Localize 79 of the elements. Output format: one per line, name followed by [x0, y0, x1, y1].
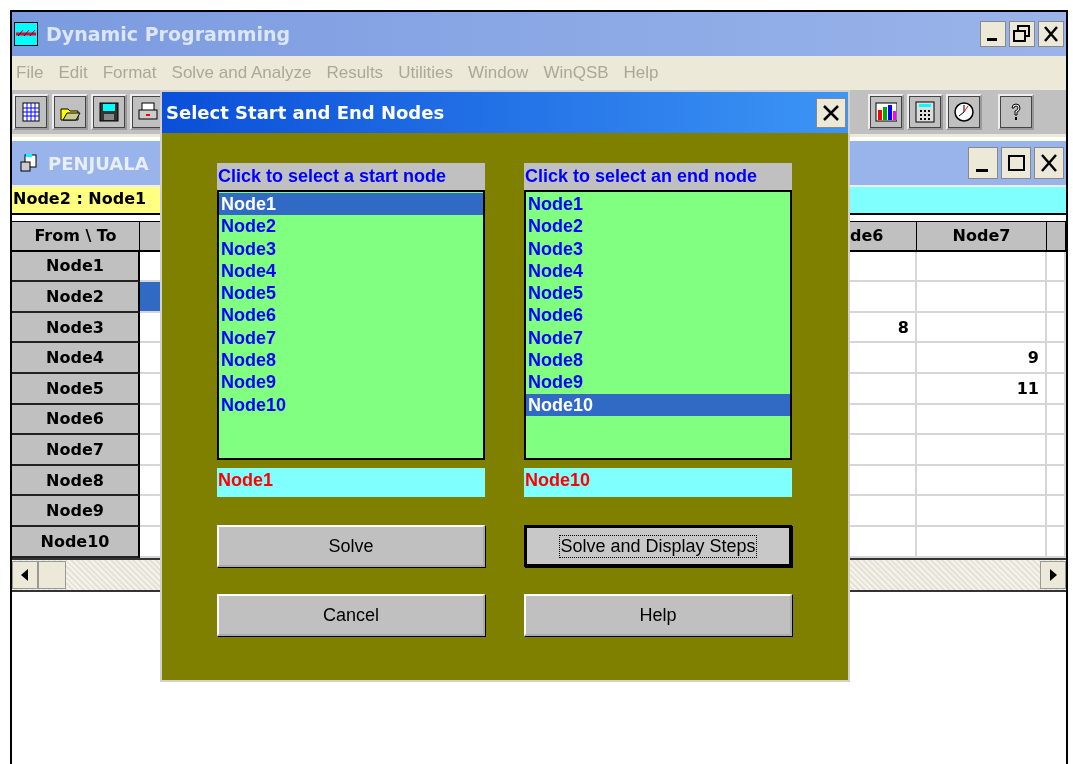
row-header: Node8	[12, 465, 140, 497]
list-item[interactable]: Node1	[219, 193, 483, 216]
list-item[interactable]: Node9	[526, 371, 790, 394]
minimize-button[interactable]	[980, 21, 1006, 47]
row-header: Node7	[12, 435, 140, 466]
list-item[interactable]: Node5	[526, 282, 790, 305]
dialog-button[interactable]: Help	[524, 594, 792, 636]
list-heading: Click to select a start node	[217, 163, 485, 190]
list-item[interactable]: Node7	[526, 326, 790, 350]
scroll-right-button[interactable]	[1040, 560, 1066, 589]
floppy-disk-tool-button[interactable]	[91, 94, 127, 130]
row-header: Node10	[12, 526, 140, 558]
clock-tool-button[interactable]	[946, 94, 982, 130]
row-header: Node3	[12, 312, 140, 344]
app-icon	[14, 22, 38, 46]
dialog-title: Select Start and End Nodes	[166, 102, 446, 123]
table-cell	[848, 404, 917, 436]
calculator-icon	[914, 101, 936, 123]
cell-reference: Node2 : Node1	[12, 187, 163, 213]
bar-chart-tool-button[interactable]	[868, 94, 904, 130]
scrollbar-thumb[interactable]	[38, 560, 66, 589]
minimize-button[interactable]	[968, 147, 998, 179]
child-window-title: PENJUALA	[48, 152, 150, 174]
column-header: From \ To	[12, 221, 140, 252]
list-item[interactable]: Node6	[219, 304, 483, 327]
table-cell: 9	[917, 343, 1047, 374]
clock-icon	[953, 101, 975, 123]
close-button[interactable]	[816, 97, 846, 128]
row-header: Node9	[12, 496, 140, 527]
table-cell	[848, 465, 917, 497]
list-item[interactable]: Node4	[219, 259, 483, 283]
table-cell	[848, 251, 917, 283]
table-cell	[848, 496, 917, 527]
table-cell: 11	[917, 373, 1047, 405]
table-cell	[848, 435, 917, 466]
column-header: Node7	[917, 221, 1047, 252]
list-item[interactable]: Node7	[219, 326, 483, 350]
maximize-button[interactable]	[1001, 147, 1031, 179]
dialog-button[interactable]: Cancel	[217, 594, 485, 636]
bar-chart-icon	[875, 101, 897, 123]
list-item[interactable]: Node10	[219, 393, 483, 416]
row-header: Node4	[12, 343, 140, 374]
list-heading: Click to select an end node	[524, 163, 792, 190]
grid-icon	[20, 101, 42, 123]
printer-icon	[137, 101, 159, 123]
list-item[interactable]: Node4	[526, 259, 790, 283]
grid-tool-button[interactable]	[13, 94, 49, 130]
list-item[interactable]: Node9	[219, 371, 483, 394]
list-item[interactable]: Node2	[219, 215, 483, 238]
table-cell	[848, 282, 917, 313]
row-header: Node5	[12, 373, 140, 405]
calculator-tool-button[interactable]	[907, 94, 943, 130]
document-icon	[20, 154, 40, 172]
table-cell	[848, 526, 917, 558]
list-item[interactable]: Node10	[526, 393, 790, 416]
list-item[interactable]: Node8	[219, 349, 483, 372]
row-header: Node1	[12, 251, 140, 283]
list-item[interactable]: Node3	[219, 237, 483, 260]
list-item[interactable]: Node6	[526, 304, 790, 327]
scroll-left-button[interactable]	[12, 560, 38, 589]
help-tool-button[interactable]	[998, 94, 1034, 130]
window-title: Dynamic Programming	[46, 23, 292, 45]
table-cell	[848, 373, 917, 405]
row-header: Node2	[12, 282, 140, 313]
close-button[interactable]	[1034, 147, 1064, 179]
dialog-button[interactable]: Solve	[217, 525, 485, 567]
folder-tool-button[interactable]	[52, 94, 88, 130]
row-header: Node6	[12, 404, 140, 436]
table-cell	[848, 343, 917, 374]
close-button[interactable]	[1038, 21, 1064, 47]
list-item[interactable]: Node2	[526, 215, 790, 238]
list-item[interactable]: Node5	[219, 282, 483, 305]
list-item[interactable]: Node8	[526, 349, 790, 372]
restore-button[interactable]	[1009, 21, 1035, 47]
table-cell: 8	[848, 312, 917, 344]
list-item[interactable]: Node1	[526, 193, 790, 216]
list-item[interactable]: Node3	[526, 237, 790, 260]
dialog-button[interactable]: Solve and Display Steps	[524, 525, 792, 567]
column-header: de6	[848, 221, 917, 252]
